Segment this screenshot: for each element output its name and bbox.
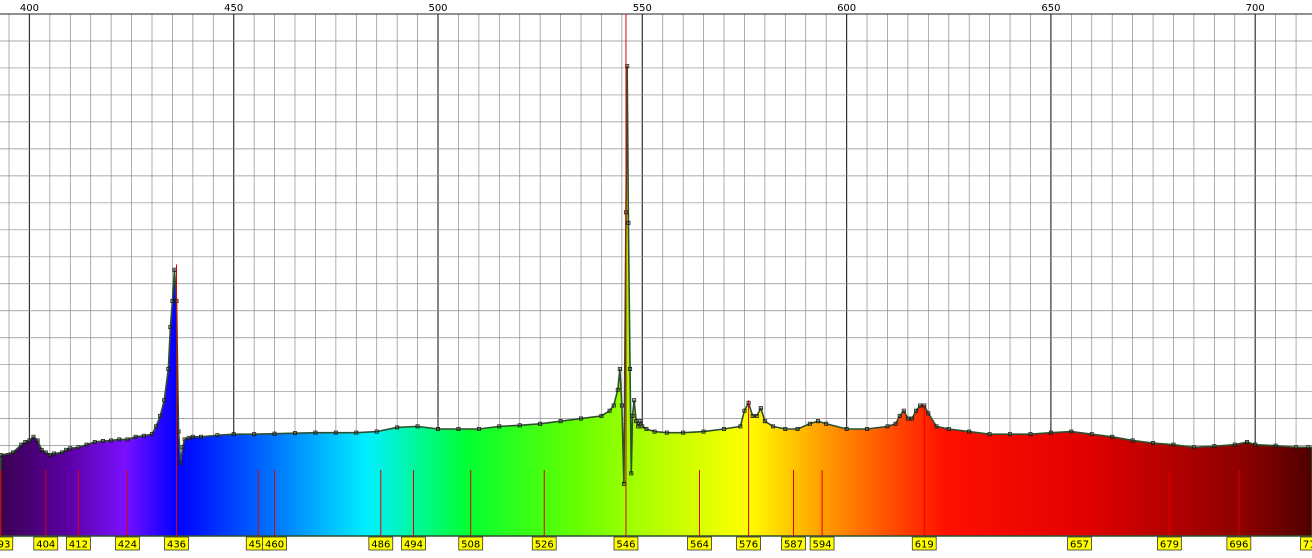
peak-label: 587 — [781, 536, 806, 551]
peak-label-text: 460 — [265, 540, 284, 551]
peak-label: 714 — [1300, 536, 1312, 551]
x-tick-label: 400 — [20, 3, 39, 14]
peak-label-text: 424 — [118, 540, 137, 551]
peak-label-text: 679 — [1160, 540, 1179, 551]
peak-label: 594 — [809, 536, 835, 551]
peak-label-text: 486 — [371, 540, 390, 551]
peak-label-text: 576 — [739, 540, 758, 551]
x-tick-label: 550 — [633, 3, 652, 14]
peak-label-text: 657 — [1070, 540, 1089, 551]
peak-label: 436 — [164, 536, 189, 551]
peak-label: 576 — [736, 536, 761, 551]
peak-labels: 3934044124244364564604864945085265465645… — [0, 536, 1312, 551]
peak-label-text: 619 — [915, 540, 934, 551]
peak-label-text: 594 — [813, 540, 832, 551]
peak-label: 508 — [458, 536, 484, 551]
peak-label: 404 — [33, 536, 59, 551]
spectrum-area — [0, 65, 1312, 537]
peak-label: 546 — [613, 536, 639, 551]
peak-label-text: 393 — [0, 540, 10, 551]
peak-label: 679 — [1157, 536, 1182, 551]
peak-label-text: 564 — [690, 540, 709, 551]
x-tick-label: 700 — [1246, 3, 1265, 14]
peak-label-text: 714 — [1303, 540, 1312, 551]
peak-label-text: 508 — [461, 540, 480, 551]
x-tick-label: 600 — [837, 3, 856, 14]
peak-label: 424 — [115, 536, 140, 551]
peak-label-text: 436 — [167, 540, 186, 551]
peak-label: 696 — [1226, 536, 1252, 551]
peak-label-text: 526 — [535, 540, 554, 551]
peak-label: 393 — [0, 536, 14, 551]
x-tick-label: 500 — [428, 3, 447, 14]
peak-label: 486 — [368, 536, 394, 551]
peak-label-text: 412 — [69, 540, 88, 551]
peak-label: 460 — [262, 536, 287, 551]
peak-label-text: 404 — [36, 540, 55, 551]
spectrum-chart: 400450500550600650700 393404412424436456… — [0, 3, 1312, 551]
peak-label-text: 494 — [404, 540, 423, 551]
x-tick-label: 650 — [1041, 3, 1060, 14]
peak-label: 412 — [66, 536, 91, 551]
peak-label: 494 — [401, 536, 426, 551]
peak-label: 526 — [531, 536, 557, 551]
peak-label-text: 587 — [784, 540, 803, 551]
peak-label: 564 — [687, 536, 712, 551]
spectrum-fill — [0, 64, 1312, 537]
x-axis: 400 450 500 550 600 650 700 — [20, 3, 1265, 14]
peak-label: 619 — [911, 536, 937, 551]
peak-label-text: 696 — [1229, 540, 1248, 551]
peak-label: 657 — [1067, 536, 1092, 551]
x-tick-label: 450 — [224, 3, 243, 14]
peak-label-text: 546 — [616, 540, 635, 551]
